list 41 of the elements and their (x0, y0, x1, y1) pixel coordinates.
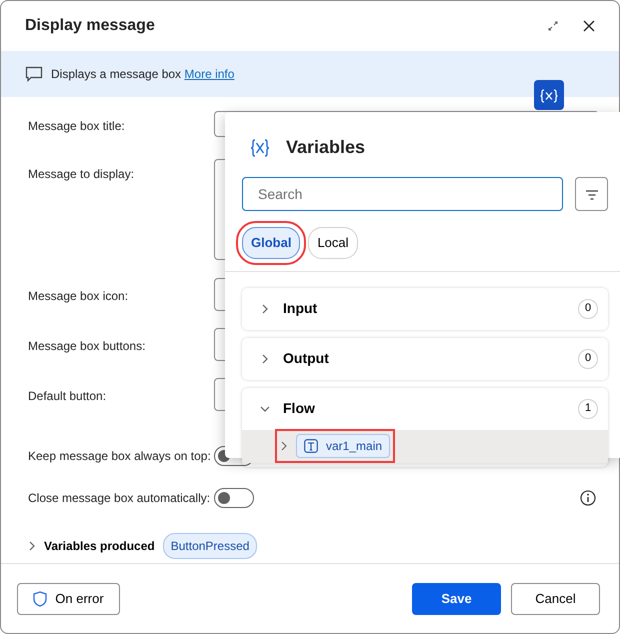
field-label: Default button: (28, 388, 108, 405)
chevron-icon (280, 440, 288, 452)
variables-icon (540, 88, 558, 103)
chevron-icon (28, 540, 36, 552)
expand-icon (547, 20, 559, 32)
close-icon (583, 20, 595, 32)
shield-icon (33, 590, 48, 606)
variable-chip[interactable]: var1_main (296, 434, 390, 458)
cancel-button[interactable]: Cancel (511, 582, 600, 614)
field-label: Message box icon: (28, 288, 130, 305)
variables-icon (250, 138, 270, 158)
field-label: Keep message box always on top: (28, 448, 212, 465)
variable-chip[interactable]: ButtonPressed (162, 533, 258, 559)
more-info-link[interactable]: More info (184, 67, 234, 81)
variable-row[interactable]: var1_main (242, 430, 608, 462)
group-header[interactable]: Input 0 (242, 288, 608, 330)
on-error-button[interactable]: On error (17, 582, 120, 614)
scope-tab[interactable]: Local (308, 227, 358, 258)
text-type-icon (304, 439, 318, 453)
count-badge: 1 (578, 398, 598, 418)
field-label: Message box buttons: (28, 338, 146, 355)
group-header[interactable]: Flow 1 (242, 388, 608, 430)
variables-button[interactable] (534, 80, 564, 110)
message-icon (25, 66, 43, 82)
field-label: Message box title: (28, 118, 126, 134)
group-header[interactable]: Output 0 (242, 338, 608, 380)
expand-button[interactable] (547, 20, 559, 32)
field-label: Message to display: (28, 166, 136, 183)
info-text: Displays a message box More info (51, 66, 234, 83)
search-field[interactable]: Search (242, 177, 563, 211)
filter-icon (584, 188, 598, 201)
variables-produced-toggle[interactable]: Variables produced (28, 540, 155, 552)
panel-title: Variables (286, 136, 366, 159)
count-badge: 0 (578, 298, 598, 318)
save-button[interactable]: Save (412, 582, 501, 614)
filter-button[interactable] (575, 177, 608, 211)
dialog-title: Display message (25, 16, 156, 36)
count-badge: 0 (578, 348, 598, 368)
close-button[interactable] (583, 20, 595, 32)
field-label: Close message box automatically: (28, 490, 212, 507)
toggle-switch[interactable] (214, 488, 254, 508)
